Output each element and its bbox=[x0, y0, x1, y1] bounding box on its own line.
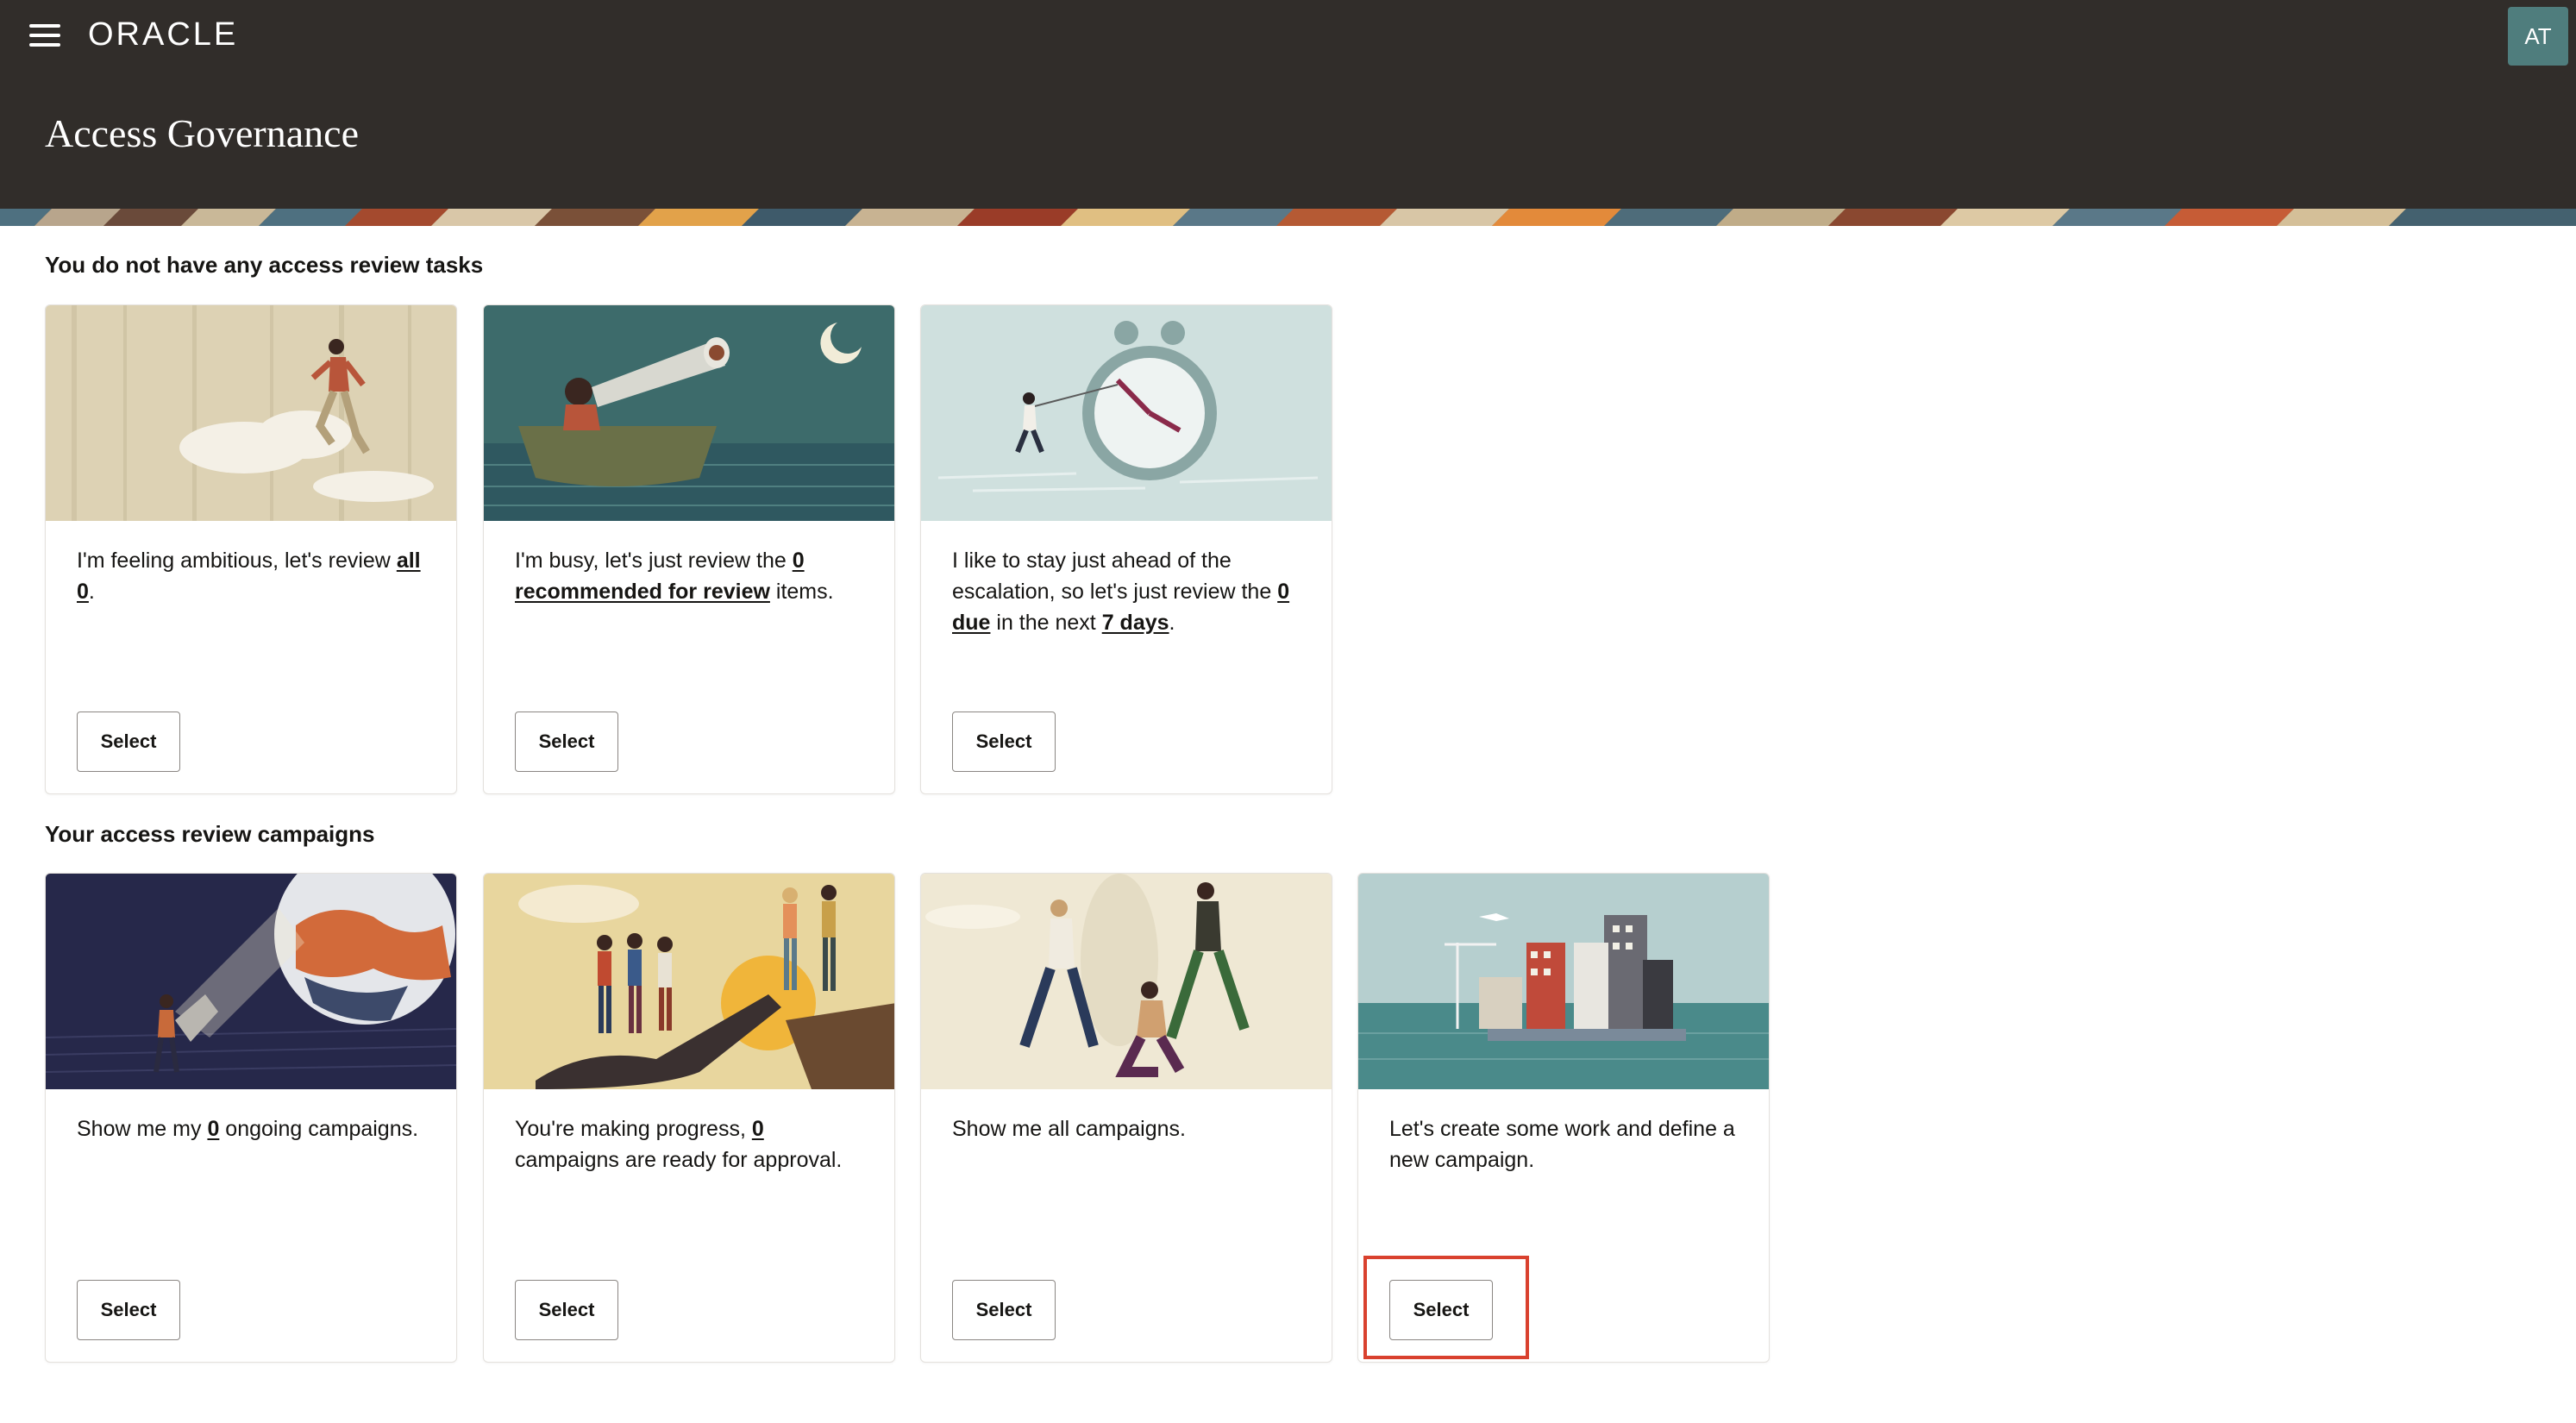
review-all-text: I'm feeling ambitious, let's review all … bbox=[77, 549, 421, 604]
approval-campaigns-text: You're making progress, 0 campaigns are … bbox=[515, 1117, 843, 1172]
approval-count-link[interactable]: 0 bbox=[752, 1117, 764, 1141]
flashlight-moon-illustration bbox=[46, 874, 456, 1089]
ongoing-campaigns-text: Show me my 0 ongoing campaigns. bbox=[77, 1117, 419, 1141]
page-title: Access Governance bbox=[45, 111, 359, 155]
review-due-text: I like to stay just ahead of the escalat… bbox=[952, 549, 1290, 635]
select-create-campaign-button[interactable]: Select bbox=[1389, 1280, 1493, 1340]
select-all-campaigns-button[interactable]: Select bbox=[952, 1280, 1056, 1340]
approval-campaigns-card: You're making progress, 0 campaigns are … bbox=[483, 873, 895, 1363]
review-recommended-card: I'm busy, let's just review the 0 recomm… bbox=[483, 304, 895, 794]
decorative-banner-pattern bbox=[0, 209, 2576, 226]
days-link[interactable]: 7 days bbox=[1102, 611, 1169, 635]
create-campaign-card: Let's create some work and define a new … bbox=[1357, 873, 1770, 1363]
select-review-all-button[interactable]: Select bbox=[77, 712, 180, 772]
select-approval-campaigns-button[interactable]: Select bbox=[515, 1280, 618, 1340]
all-campaigns-text: Show me all campaigns. bbox=[952, 1117, 1186, 1141]
user-avatar[interactable]: AT bbox=[2508, 7, 2568, 66]
alarm-clock-illustration bbox=[921, 305, 1332, 521]
ongoing-count-link[interactable]: 0 bbox=[207, 1117, 219, 1141]
people-reaching-illustration bbox=[921, 874, 1332, 1089]
campaigns-section-heading: Your access review campaigns bbox=[45, 821, 375, 847]
svg-text:ORACLE: ORACLE bbox=[88, 16, 238, 53]
group-on-hand-illustration bbox=[484, 874, 894, 1089]
hamburger-menu-icon[interactable] bbox=[29, 24, 60, 47]
review-recommended-text: I'm busy, let's just review the 0 recomm… bbox=[515, 549, 834, 604]
review-all-card: I'm feeling ambitious, let's review all … bbox=[45, 304, 457, 794]
telescope-boat-illustration bbox=[484, 305, 894, 521]
all-campaigns-card: Show me all campaigns. Select bbox=[920, 873, 1332, 1363]
select-ongoing-campaigns-button[interactable]: Select bbox=[77, 1280, 180, 1340]
runner-on-cloud-illustration bbox=[46, 305, 456, 521]
select-review-due-button[interactable]: Select bbox=[952, 712, 1056, 772]
app-header: ORACLE AT Access Governance bbox=[0, 0, 2576, 226]
review-due-card: I like to stay just ahead of the escalat… bbox=[920, 304, 1332, 794]
tasks-section-heading: You do not have any access review tasks bbox=[45, 252, 484, 278]
city-construction-illustration bbox=[1358, 874, 1769, 1089]
ongoing-campaigns-card: Show me my 0 ongoing campaigns. Select bbox=[45, 873, 457, 1363]
create-campaign-text: Let's create some work and define a new … bbox=[1389, 1117, 1735, 1172]
oracle-logo: ORACLE bbox=[88, 16, 238, 53]
select-review-recommended-button[interactable]: Select bbox=[515, 712, 618, 772]
